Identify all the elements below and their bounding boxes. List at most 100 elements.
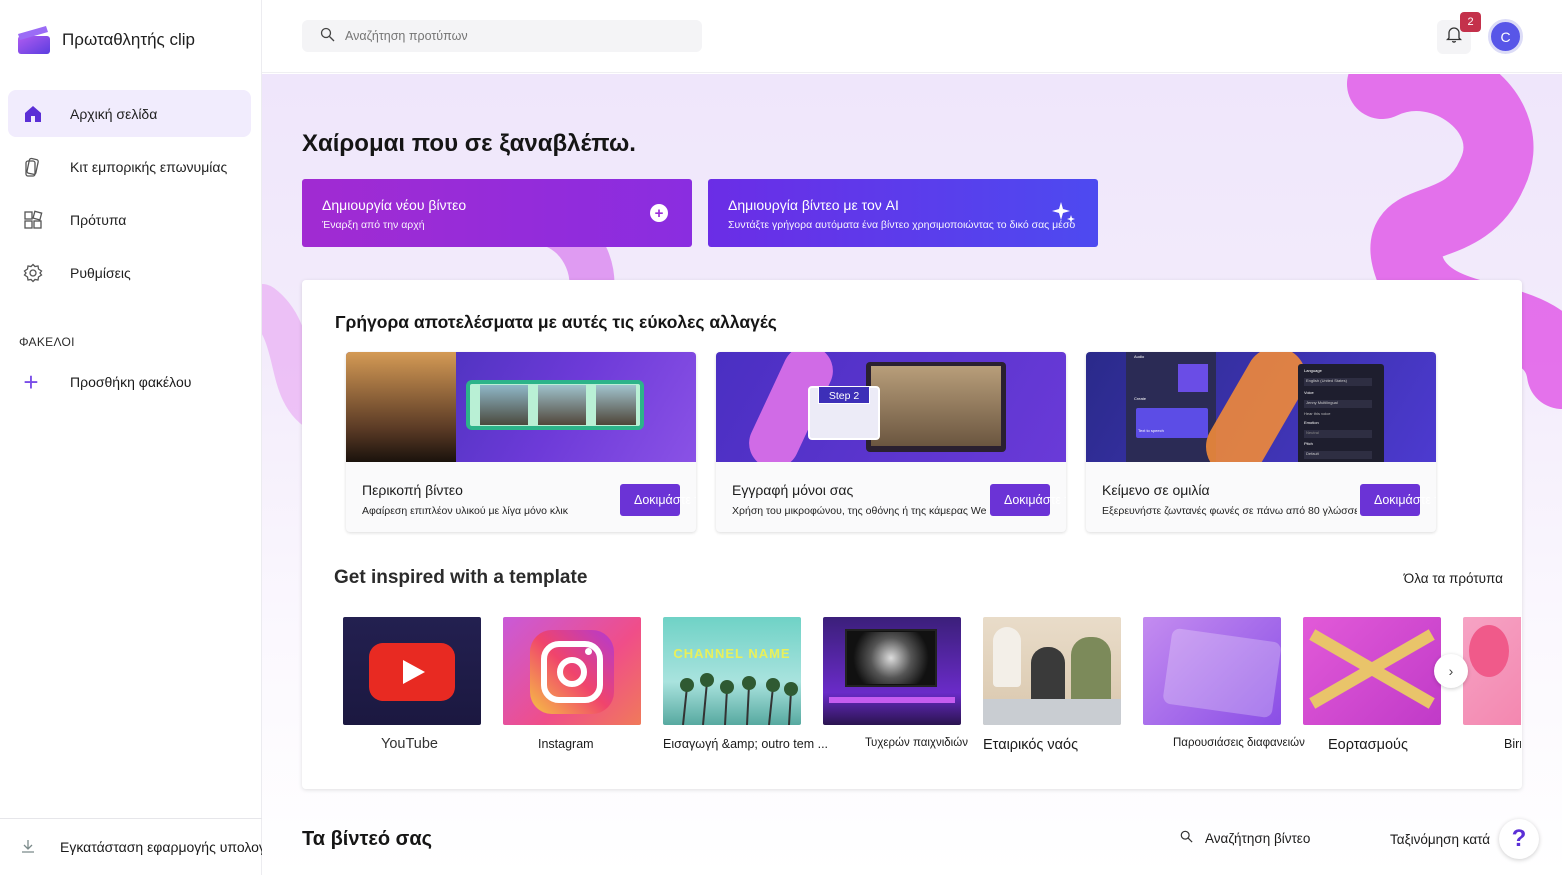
- quick-card-name: Εγγραφή μόνοι σας: [732, 482, 854, 498]
- template-label: Τυχερών παιχνιδιών: [865, 737, 968, 749]
- download-icon: [20, 838, 36, 857]
- tts-audio-label: Audio: [1134, 354, 1145, 359]
- sidebar-nav: Αρχική σελίδα Κιτ εμπορικής επωνυμίας Πρ…: [8, 90, 251, 302]
- add-folder-label: Προσθήκη φακέλου: [70, 374, 192, 390]
- tts-language-label: Language: [1304, 368, 1322, 373]
- help-button[interactable]: ?: [1499, 819, 1539, 859]
- template-search-input[interactable]: [345, 29, 645, 43]
- folders-heading: ΦΑΚΕΛΟΙ: [19, 335, 75, 349]
- plus-circle-icon: +: [650, 204, 668, 222]
- template-label: YouTube: [381, 736, 438, 752]
- template-label: Εισαγωγή &amp; outro tem ...: [663, 737, 829, 751]
- search-icon: [320, 27, 335, 45]
- template-label: Εορτασμούς: [1328, 737, 1408, 753]
- quick-card-tts[interactable]: Audio Create Text to speech Language Eng…: [1086, 352, 1436, 532]
- slideshows-thumbnail: [1143, 617, 1281, 725]
- template-search[interactable]: [302, 20, 702, 52]
- tts-create-label: Create: [1134, 396, 1147, 401]
- quick-card-trim[interactable]: Περικοπή βίντεο Αφαίρεση επιπλέον υλικού…: [346, 352, 696, 532]
- intro-outro-thumbnail: CHANNEL NAME: [663, 617, 801, 725]
- tts-hear-voice-label: Hear this voice: [1304, 411, 1331, 416]
- quick-card-record[interactable]: Step 2 Εγγραφή μόνοι σας Χρήση του μικρο…: [716, 352, 1066, 532]
- palm-trees-icon: [680, 673, 798, 725]
- home-main: Χαίρομαι που σε ξαναβλέπω. Δημιουργία νέ…: [262, 74, 1562, 875]
- tts-voice-value: Jenny Multilingual: [1304, 400, 1372, 408]
- template-card-instagram[interactable]: Instagram: [503, 617, 641, 751]
- play-icon: [403, 660, 425, 684]
- template-label: Παρουσιάσεις διαφανειών: [1173, 737, 1305, 749]
- clipchamp-logo-icon: [18, 26, 50, 54]
- chevron-right-icon: ›: [1448, 663, 1454, 679]
- sidebar-item-label: Ρυθμίσεις: [70, 264, 131, 281]
- your-videos-heading: Τα βίντεό σας: [302, 828, 433, 850]
- template-card-corporate[interactable]: Εταιρικός ναός: [983, 617, 1121, 753]
- quick-card-name: Κείμενο σε ομιλία: [1102, 482, 1210, 498]
- template-carousel: YouTube Instagram CHANNEL NAME Εισαγωγή …: [343, 617, 1521, 767]
- sidebar-item-home[interactable]: Αρχική σελίδα: [8, 90, 251, 137]
- search-icon: [1180, 830, 1193, 846]
- topbar: 2 C: [262, 0, 1562, 73]
- install-app-button[interactable]: Εγκατάσταση εφαρμογής υπολογιστή: [0, 818, 291, 875]
- try-it-button[interactable]: Δοκιμάστε το: [620, 484, 696, 516]
- quick-edits-title: Γρήγορα αποτελέσματα με αυτές τις εύκολε…: [335, 312, 777, 332]
- template-card-intro-outro[interactable]: CHANNEL NAME Εισαγωγή &amp; outro tem ..…: [663, 617, 828, 751]
- instagram-thumbnail: [503, 617, 641, 725]
- notification-count-badge: 2: [1460, 12, 1481, 32]
- template-card-gaming[interactable]: Τυχερών παιχνιδιών: [823, 617, 968, 749]
- create-new-video-title: Δημιουργία νέου βίντεο: [322, 197, 467, 213]
- carousel-next-button[interactable]: ›: [1434, 654, 1468, 688]
- install-app-label: Εγκατάσταση εφαρμογής υπολογιστή: [60, 839, 291, 855]
- templates-icon: [22, 209, 44, 231]
- text-to-speech-thumbnail: Audio Create Text to speech Language Eng…: [1086, 352, 1436, 462]
- tts-language-value: English (United States): [1304, 378, 1372, 386]
- template-card-youtube[interactable]: YouTube: [343, 617, 481, 752]
- tts-feature-label: Text to speech: [1138, 428, 1164, 433]
- youtube-thumbnail: [343, 617, 481, 725]
- add-folder-button[interactable]: + Προσθήκη φακέλου: [16, 366, 191, 398]
- sidebar-item-templates[interactable]: Πρότυπα: [8, 196, 251, 243]
- template-card-celebrations[interactable]: Εορτασμούς: [1303, 617, 1441, 753]
- record-yourself-thumbnail: Step 2: [716, 352, 1066, 462]
- gear-icon: [22, 262, 44, 284]
- sidebar-item-label: Αρχική σελίδα: [70, 105, 158, 122]
- tts-emotion-value: Neutral: [1304, 430, 1372, 438]
- trim-video-thumbnail: [346, 352, 696, 462]
- try-it-button[interactable]: Δοκιμάστε το: [990, 484, 1066, 516]
- tts-voice-label: Voice: [1304, 390, 1314, 395]
- birthday-thumbnail: [1463, 617, 1521, 725]
- create-new-video-subtitle: Έναρξη από την αρχή: [322, 219, 425, 231]
- sidebar-item-brand-kit[interactable]: Κιτ εμπορικής επωνυμίας: [8, 143, 251, 190]
- brand-kit-icon: [22, 156, 44, 178]
- quick-card-desc: Χρήση του μικροφώνου, της οθόνης ή της κ…: [732, 505, 987, 517]
- home-icon: [22, 103, 44, 125]
- tts-emotion-label: Emotion: [1304, 420, 1319, 425]
- video-search[interactable]: Αναζήτηση βίντεο: [1180, 830, 1310, 846]
- celebrations-thumbnail: [1303, 617, 1441, 725]
- template-label: Instagram: [538, 737, 594, 751]
- step-label: Step 2: [818, 386, 870, 404]
- template-card-slideshows[interactable]: Παρουσιάσεις διαφανειών: [1143, 617, 1305, 749]
- quick-edits-panel: Γρήγορα αποτελέσματα με αυτές τις εύκολε…: [302, 280, 1522, 789]
- create-new-video-button[interactable]: Δημιουργία νέου βίντεο Έναρξη από την αρ…: [302, 179, 692, 247]
- create-ai-video-title: Δημιουργία βίντεο με τον AI: [728, 197, 899, 213]
- plus-icon: +: [23, 366, 39, 397]
- create-ai-video-button[interactable]: Δημιουργία βίντεο με τον AI Συντάξτε γρή…: [708, 179, 1098, 247]
- sort-dropdown[interactable]: Ταξινόμηση κατά: [1390, 832, 1490, 847]
- sidebar-item-settings[interactable]: Ρυθμίσεις: [8, 249, 251, 296]
- try-it-button[interactable]: Δοκιμάστε το: [1360, 484, 1436, 516]
- quick-card-name: Περικοπή βίντεο: [362, 482, 463, 498]
- create-ai-video-subtitle: Συντάξτε γρήγορα αυτόματα ένα βίντεο χρη…: [728, 219, 1076, 231]
- sidebar-item-label: Πρότυπα: [70, 211, 127, 228]
- app-brand[interactable]: Πρωταθλητής clip: [18, 26, 195, 54]
- template-label: Birr: [1504, 737, 1521, 751]
- quick-card-desc: Εξερευνήστε ζωντανές φωνές σε πάνω από 8…: [1102, 505, 1357, 517]
- template-label: Εταιρικός ναός: [983, 737, 1079, 753]
- sidebar: Πρωταθλητής clip Αρχική σελίδα Κιτ εμπορ…: [0, 0, 291, 875]
- sparkle-icon: [1050, 199, 1078, 232]
- question-mark-icon: ?: [1511, 825, 1527, 852]
- template-card-birthday[interactable]: Birr: [1463, 617, 1521, 751]
- app-title: Πρωταθλητής clip: [62, 30, 195, 49]
- all-templates-link[interactable]: Όλα τα πρότυπα: [1404, 571, 1503, 586]
- sidebar-item-label: Κιτ εμπορικής επωνυμίας: [70, 158, 228, 175]
- avatar[interactable]: C: [1488, 19, 1523, 54]
